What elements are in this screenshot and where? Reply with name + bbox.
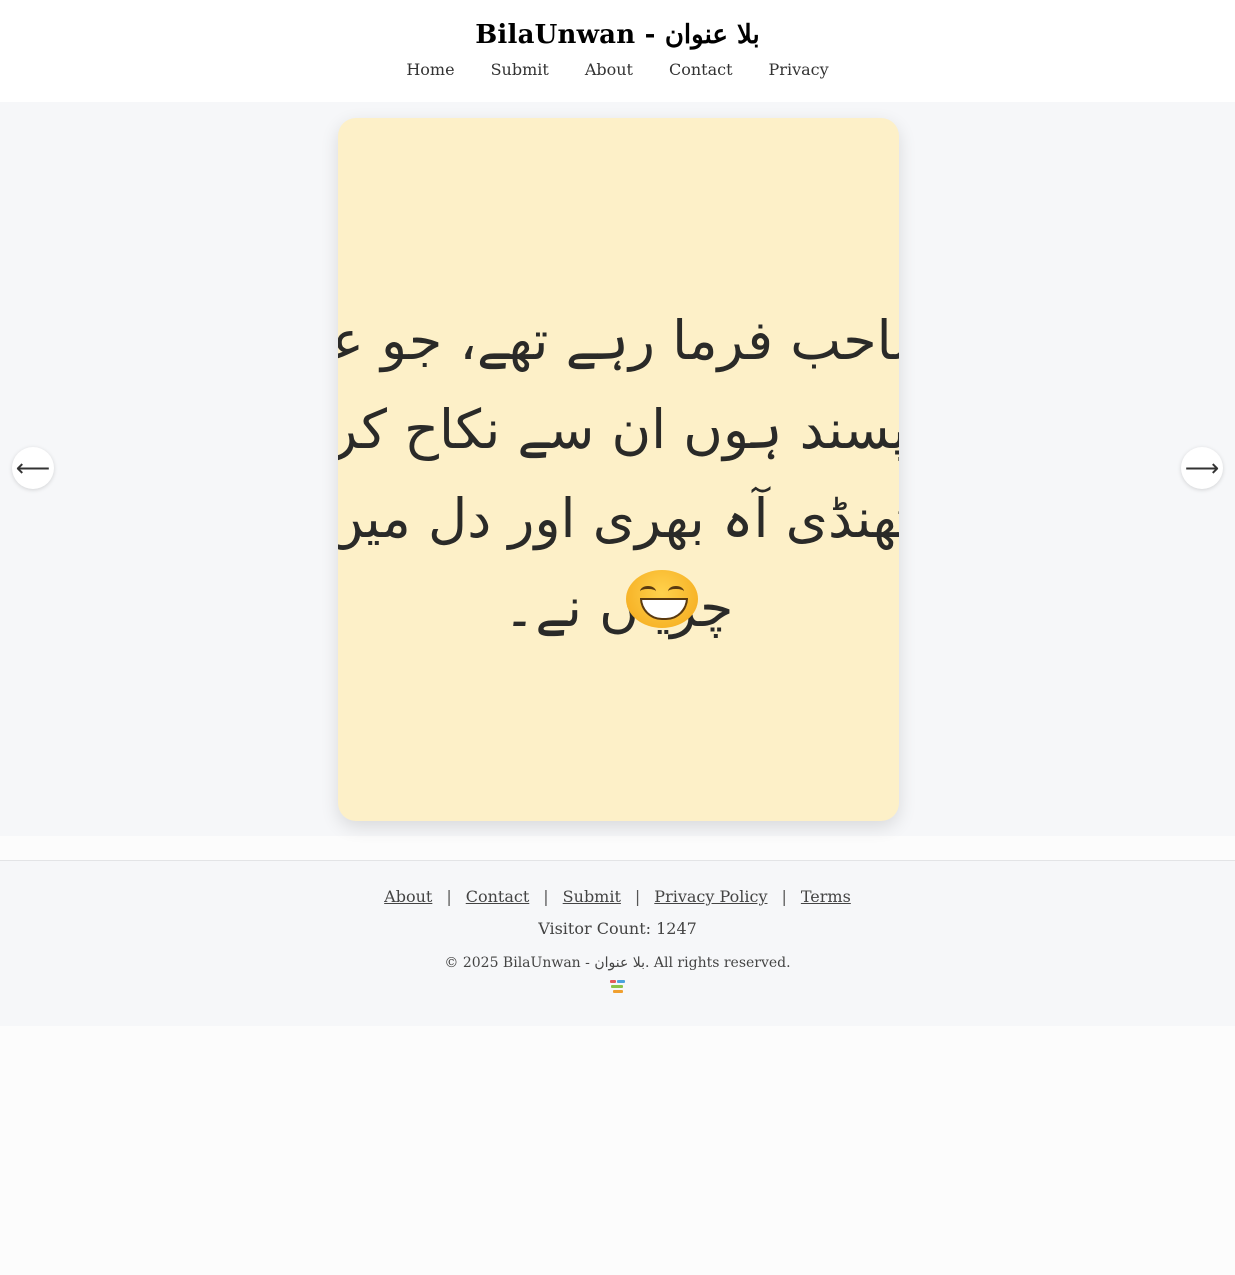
post-line: چڑیاں نے۔ (503, 576, 734, 639)
post-line: صاحب فرما رہے تھے، جو عورت (338, 309, 899, 372)
site-footer: About | Contact | Submit | Privacy Polic… (0, 860, 1235, 1026)
main-nav: Home Submit About Contact Privacy (406, 60, 828, 79)
footer-contact-link[interactable]: Contact (466, 887, 530, 906)
footer-terms-link[interactable]: Terms (801, 887, 851, 906)
nav-submit-link[interactable]: Submit (491, 60, 549, 79)
nav-contact-link[interactable]: Contact (669, 60, 733, 79)
footer-links: About | Contact | Submit | Privacy Polic… (384, 887, 851, 906)
footer-separator: | (634, 887, 641, 906)
emoji-eye (668, 586, 684, 597)
previous-post-button[interactable]: ⟵ (12, 447, 54, 489)
site-title[interactable]: BilaUnwan - بلا عنوان (475, 20, 760, 50)
post-line: ٹھنڈی آہ بھری اور دل میں (338, 487, 899, 550)
post-text: صاحب فرما رہے تھے، جو عورت ناپسند ہوں ان… (338, 296, 899, 652)
arrow-left-icon: ⟵ (15, 454, 51, 482)
post-line: ناپسند ہوں ان سے نکاح کر لو (338, 398, 899, 461)
footer-submit-link[interactable]: Submit (563, 887, 621, 906)
nav-privacy-link[interactable]: Privacy (769, 60, 829, 79)
nav-home-link[interactable]: Home (406, 60, 454, 79)
nav-about-link[interactable]: About (585, 60, 633, 79)
copyright-text: © 2025 BilaUnwan - بلا عنوان. All rights… (444, 955, 791, 971)
emoji-eye (640, 586, 656, 597)
footer-privacy-policy-link[interactable]: Privacy Policy (654, 887, 767, 906)
laughing-face-icon (626, 570, 698, 628)
section-spacer (0, 836, 1235, 860)
post-carousel: ⟵ صاحب فرما رہے تھے، جو عورت ناپسند ہوں … (0, 102, 1235, 836)
footer-separator: | (781, 887, 787, 906)
next-post-button[interactable]: ⟶ (1181, 447, 1223, 489)
footer-separator: | (543, 887, 549, 906)
footer-about-link[interactable]: About (384, 887, 432, 906)
emoji-mouth (640, 598, 688, 620)
post-card[interactable]: صاحب فرما رہے تھے، جو عورت ناپسند ہوں ان… (338, 118, 899, 821)
site-logo-icon (608, 979, 628, 993)
footer-separator: | (446, 887, 452, 906)
site-header: BilaUnwan - بلا عنوان Home Submit About … (0, 0, 1235, 102)
visitor-count: Visitor Count: 1247 (538, 919, 697, 938)
arrow-right-icon: ⟶ (1184, 454, 1220, 482)
